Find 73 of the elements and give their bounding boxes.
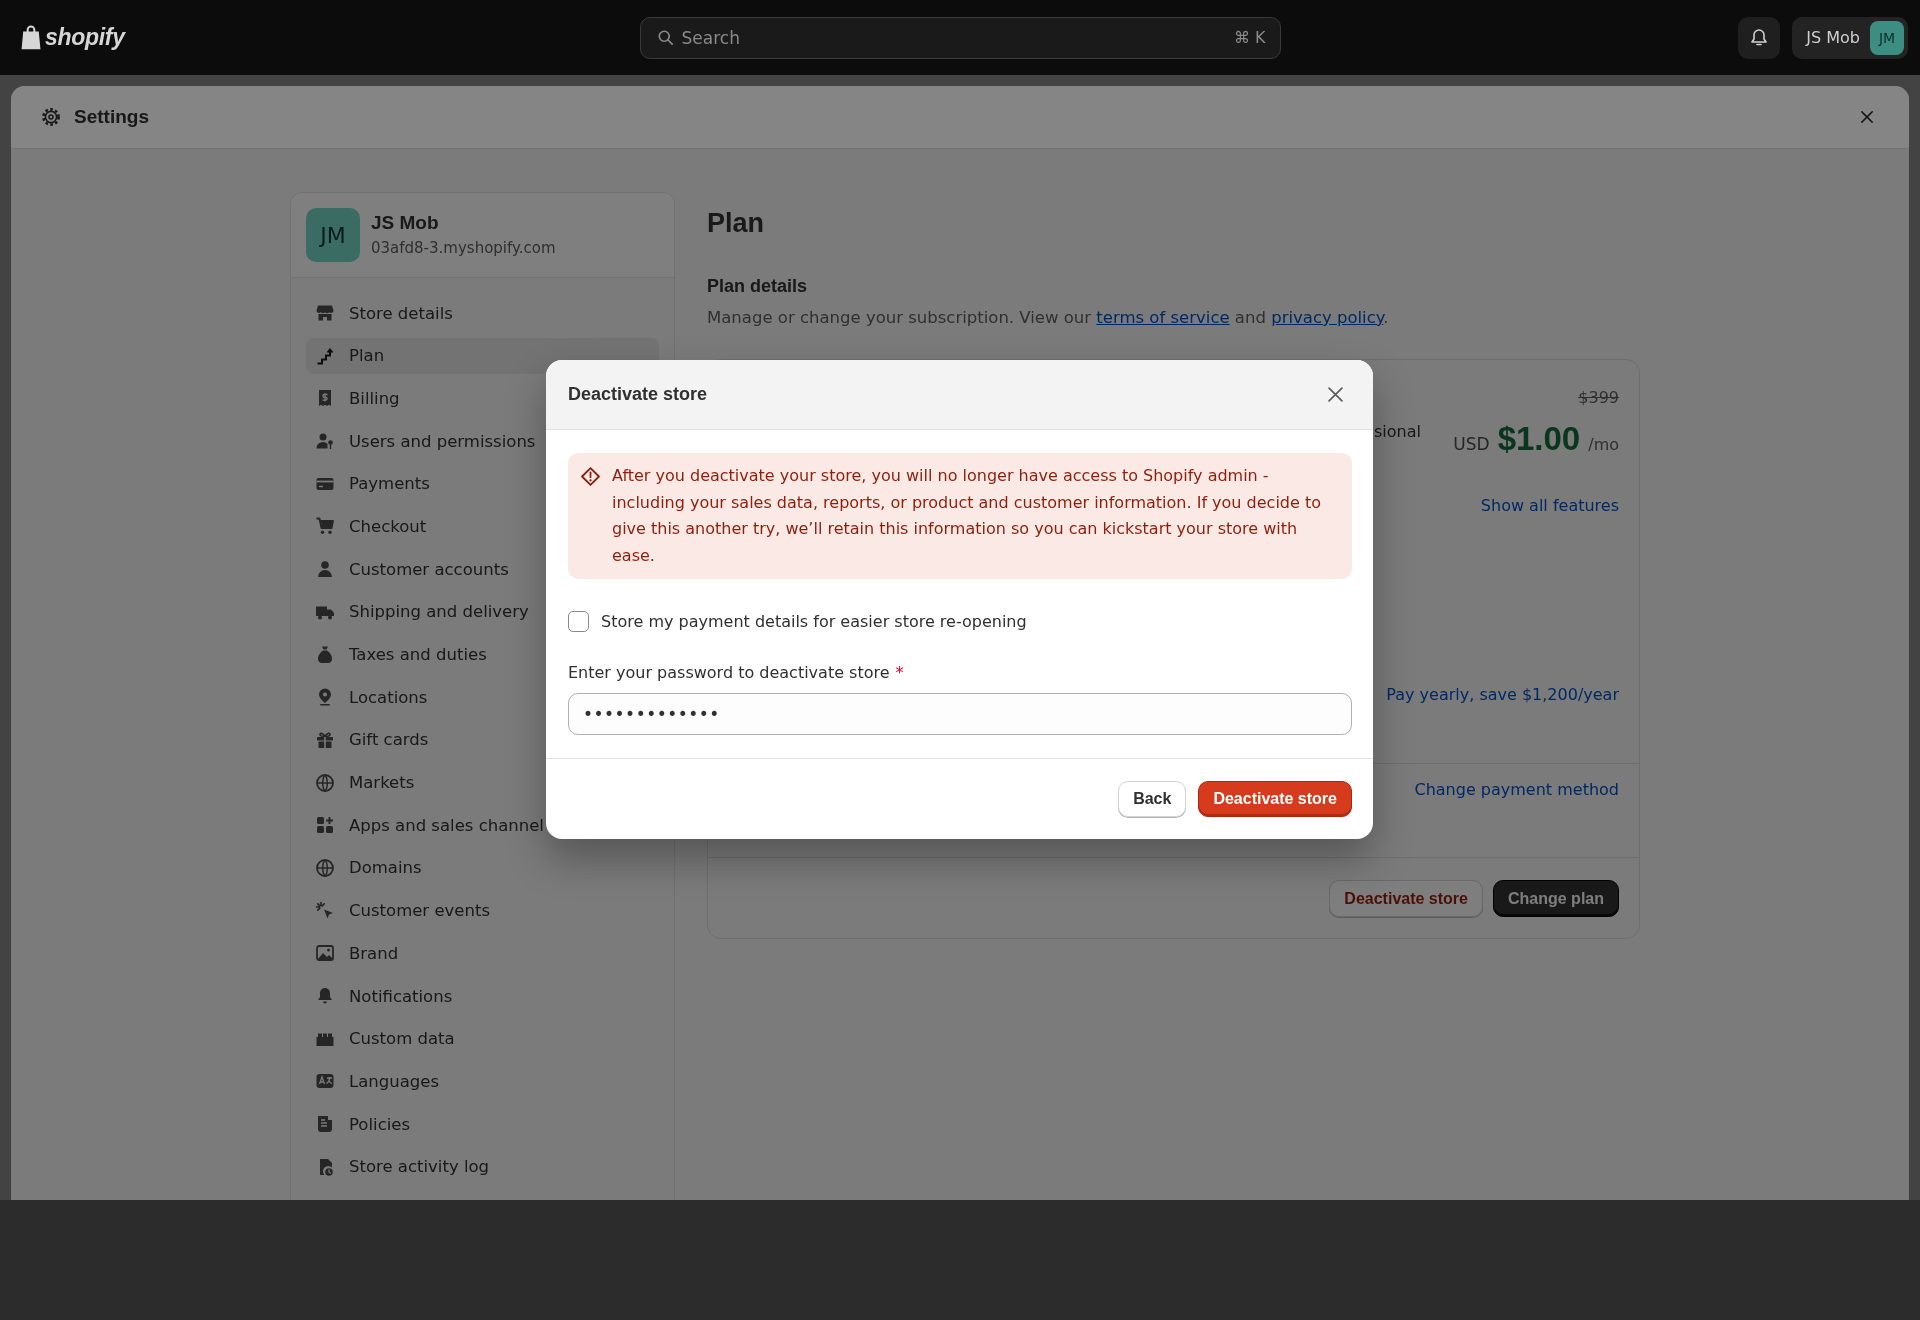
account-avatar: JM xyxy=(1870,20,1904,55)
sidebar-item[interactable]: Shipping and delivery xyxy=(306,593,533,630)
policy-link[interactable]: privacy policy xyxy=(1271,308,1384,327)
globe-icon xyxy=(315,772,335,793)
image-icon xyxy=(315,943,335,964)
payment-method-link[interactable]: Change payment method xyxy=(1414,780,1619,799)
sidebar-item[interactable]: Store details xyxy=(306,295,457,331)
document-icon xyxy=(315,1114,335,1135)
banner-text: After you deactivate your store, you will no longer have access to Shopify admin - including your sales data, reports, or product and customer information. If you decide to give this another try, we’ll retain this information so you can kickstart your store with ease. xyxy=(612,465,1322,567)
sidebar-item[interactable]: Taxes and duties xyxy=(306,636,491,673)
settings-icon xyxy=(41,107,61,127)
page-title: Plan xyxy=(707,207,766,240)
sidebar-item[interactable]: Locations xyxy=(306,679,432,716)
account-button[interactable]: JS Mob JM xyxy=(1792,16,1908,59)
sidebar-item[interactable]: Plan xyxy=(306,337,659,374)
notifications-button[interactable] xyxy=(1738,16,1781,59)
apps-grid-icon xyxy=(315,815,335,836)
back-button[interactable]: Back xyxy=(1118,781,1187,817)
shortcut-hint: ⌘ K xyxy=(1233,28,1266,47)
store-icon xyxy=(315,303,335,323)
password-field[interactable]: ••••••••••••• xyxy=(568,693,1352,735)
plan-description: Manage or change your subscription. View our terms of service and privacy policy. xyxy=(707,307,1390,329)
cart-icon xyxy=(315,516,335,537)
logo-text: shopify xyxy=(45,24,125,51)
plan-name: sional xyxy=(1374,421,1421,443)
features-link[interactable]: Show all features xyxy=(1480,494,1619,518)
plan-price: $1.00 xyxy=(1497,420,1581,458)
change-plan-button[interactable]: Change plan xyxy=(1493,880,1619,917)
checkbox[interactable] xyxy=(568,610,589,632)
policy-link[interactable]: terms of service xyxy=(1096,308,1230,327)
password-label: Enter your password to deactivate store * xyxy=(568,662,905,684)
sidebar-item[interactable]: Brand xyxy=(306,935,403,972)
sidebar-item[interactable]: Apps and sales channel xyxy=(306,807,548,844)
shopping-bag-icon xyxy=(21,25,41,50)
person-key-icon xyxy=(315,431,335,452)
deactivate-button[interactable]: Deactivate store xyxy=(1329,880,1483,917)
original-price: $399 xyxy=(1578,387,1619,409)
store-avatar: JM xyxy=(306,208,360,262)
cursor-click-icon xyxy=(315,900,335,921)
person-icon xyxy=(315,559,335,580)
globe-icon xyxy=(315,857,335,878)
sidebar-item[interactable]: Billing xyxy=(306,380,404,417)
sidebar-item[interactable]: Checkout xyxy=(306,508,431,545)
section-title: Plan details xyxy=(707,275,809,298)
sidebar-item[interactable]: Customer events xyxy=(306,892,494,929)
close-icon xyxy=(1328,387,1343,402)
sidebar-item[interactable]: Payments xyxy=(306,465,434,502)
price-period: /mo xyxy=(1588,435,1619,454)
search-field[interactable]: Search ⌘ K xyxy=(639,16,1281,59)
sidebar-item[interactable]: Notifications xyxy=(306,978,457,1014)
settings-title: Settings xyxy=(74,106,150,128)
dialog-title: Deactivate store xyxy=(568,384,708,405)
sidebar-item[interactable]: Store activity log xyxy=(306,1148,494,1185)
checkbox-label: Store my payment details for easier store re-opening xyxy=(601,611,1027,631)
bell-icon xyxy=(315,986,335,1006)
sidebar-item[interactable]: Domains xyxy=(306,849,426,886)
bell-icon xyxy=(1751,28,1768,47)
sidebar-item[interactable]: Markets xyxy=(306,764,419,801)
money-bag-icon xyxy=(315,644,335,665)
search-icon xyxy=(657,30,673,45)
store-name: JS Mob xyxy=(371,211,440,234)
sidebar-item[interactable]: Customer accounts xyxy=(306,551,513,588)
sidebar-item[interactable]: Users and permissions xyxy=(306,423,540,460)
deactivate-button[interactable]: Deactivate store xyxy=(1198,781,1352,817)
sidebar-item[interactable]: Gift cards xyxy=(306,721,433,758)
yearly-billing-link[interactable]: Pay yearly, save $1,200/year xyxy=(1386,683,1619,707)
close-icon xyxy=(1861,111,1873,123)
warning-icon xyxy=(581,467,600,486)
currency-label: USD xyxy=(1453,434,1490,454)
store-domain: 03afd8-3.myshopify.com xyxy=(371,237,556,259)
sidebar-item[interactable]: Custom data xyxy=(306,1020,459,1057)
sidebar-item[interactable]: Languages xyxy=(306,1063,444,1100)
sidebar-item[interactable]: Policies xyxy=(306,1106,415,1143)
